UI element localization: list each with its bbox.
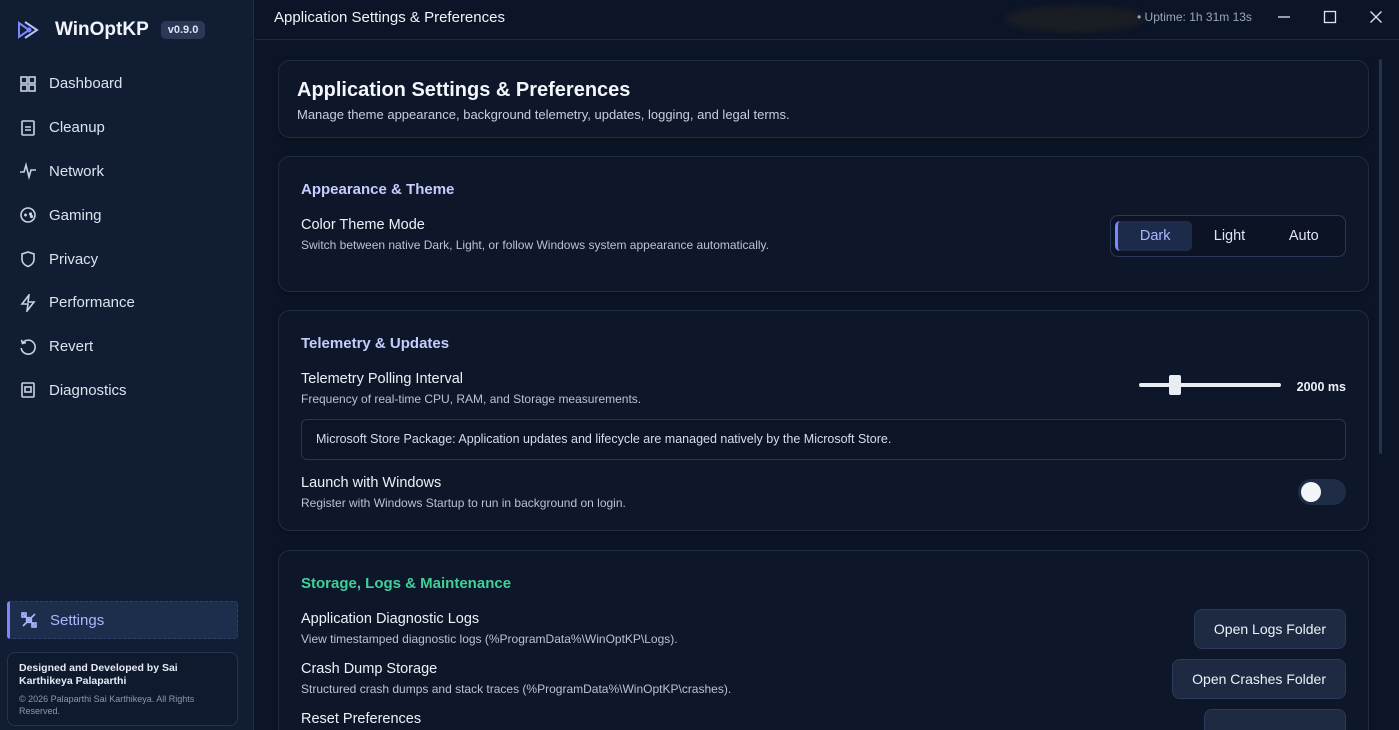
version-badge: v0.9.0 <box>160 21 206 39</box>
section-title: Telemetry & Updates <box>301 335 450 352</box>
shield-icon <box>19 250 37 268</box>
theme-option-dark[interactable]: Dark <box>1115 221 1193 251</box>
theme-title: Color Theme Mode <box>301 217 425 233</box>
minimize-button[interactable] <box>1269 5 1299 29</box>
theme-selector: Dark Light Auto <box>1110 215 1346 257</box>
launch-description: Register with Windows Startup to run in … <box>301 496 626 510</box>
bolt-icon <box>19 293 37 312</box>
app-logo-icon <box>18 21 39 39</box>
polling-title: Telemetry Polling Interval <box>301 371 463 387</box>
sidebar-item-cleanup[interactable]: Cleanup <box>0 106 254 150</box>
settings-icon <box>21 612 37 628</box>
gaming-icon <box>19 206 37 224</box>
sidebar-item-diagnostics[interactable]: Diagnostics <box>0 369 254 413</box>
sidebar-item-label: Gaming <box>49 206 102 224</box>
open-logs-folder-button[interactable]: Open Logs Folder <box>1193 609 1346 649</box>
sidebar-item-gaming[interactable]: Gaming <box>0 193 254 237</box>
maximize-icon <box>1323 10 1337 24</box>
sidebar-item-label: Performance <box>49 294 135 312</box>
section-title: Appearance & Theme <box>301 181 455 198</box>
crash-description: Structured crash dumps and stack traces … <box>301 682 732 696</box>
section-title: Storage, Logs & Maintenance <box>301 575 512 592</box>
close-icon <box>1370 11 1382 23</box>
page-subtitle: Manage theme appearance, background tele… <box>297 107 790 122</box>
theme-option-auto[interactable]: Auto <box>1267 221 1341 251</box>
sidebar-item-privacy[interactable]: Privacy <box>0 237 254 281</box>
header-card: Application Settings & Preferences Manag… <box>278 60 1369 138</box>
theme-option-light[interactable]: Light <box>1192 221 1266 251</box>
sidebar-nav: Dashboard Cleanup Network Gaming Privacy <box>0 62 254 412</box>
sidebar-item-label: Revert <box>49 338 94 356</box>
sidebar-item-revert[interactable]: Revert <box>0 325 254 369</box>
credit-title: Designed and Developed by Sai Karthikeya… <box>19 662 178 687</box>
main-content: Application Settings & Preferences Manag… <box>255 41 1399 730</box>
maximize-button[interactable] <box>1315 5 1345 29</box>
page-title: Application Settings & Preferences <box>297 79 631 101</box>
cleanup-icon <box>19 119 37 137</box>
copyright-text: © 2026 Palaparthi Sai Karthikeya. All Ri… <box>19 694 195 716</box>
window-title: Application Settings & Preferences <box>274 9 505 26</box>
sidebar-item-network[interactable]: Network <box>0 150 254 194</box>
app-name: WinOptKP <box>55 19 149 40</box>
open-crashes-folder-button[interactable]: Open Crashes Folder <box>1172 659 1346 699</box>
polling-slider[interactable] <box>1139 375 1281 395</box>
reset-preferences-button[interactable] <box>1204 709 1346 730</box>
minimize-icon <box>1278 16 1290 18</box>
storage-card: Storage, Logs & Maintenance Application … <box>278 550 1369 730</box>
sidebar-item-label: Network <box>49 162 105 180</box>
theme-description: Switch between native Dark, Light, or fo… <box>301 238 769 252</box>
revert-icon <box>19 338 37 356</box>
store-info-note: Microsoft Store Package: Application upd… <box>301 419 1346 460</box>
launch-title: Launch with Windows <box>301 475 442 491</box>
uptime-status: • Uptime: 1h 31m 13s <box>1137 10 1252 24</box>
slider-thumb[interactable] <box>1168 375 1181 395</box>
logs-title: Application Diagnostic Logs <box>301 611 480 627</box>
sidebar-item-label: Settings <box>50 611 105 629</box>
logs-description: View timestamped diagnostic logs (%Progr… <box>301 632 678 646</box>
sidebar: WinOptKP v0.9.0 Dashboard Cleanup Networ… <box>0 0 254 730</box>
telemetry-card: Telemetry & Updates Telemetry Polling In… <box>278 310 1369 531</box>
polling-value: 2000 ms <box>1296 380 1346 394</box>
diagnostics-icon <box>19 381 37 399</box>
polling-description: Frequency of real-time CPU, RAM, and Sto… <box>301 392 642 406</box>
network-icon <box>19 162 37 181</box>
scrollbar[interactable] <box>1379 59 1382 454</box>
credit-box: Designed and Developed by Sai Karthikeya… <box>7 652 238 726</box>
launch-toggle[interactable] <box>1298 479 1346 505</box>
redacted-area <box>1005 6 1145 32</box>
toggle-knob <box>1301 482 1321 502</box>
sidebar-item-label: Privacy <box>49 250 99 268</box>
appearance-card: Appearance & Theme Color Theme Mode Swit… <box>278 156 1369 292</box>
crash-title: Crash Dump Storage <box>301 661 438 677</box>
close-button[interactable] <box>1361 5 1391 29</box>
sidebar-item-settings[interactable]: Settings <box>7 601 238 639</box>
sidebar-item-performance[interactable]: Performance <box>0 281 254 325</box>
slider-track <box>1139 383 1281 387</box>
reset-title: Reset Preferences <box>301 711 422 727</box>
sidebar-item-label: Cleanup <box>49 119 105 137</box>
sidebar-item-label: Diagnostics <box>49 381 127 399</box>
sidebar-item-label: Dashboard <box>49 75 123 93</box>
brand: WinOptKP v0.9.0 <box>16 16 206 44</box>
dashboard-icon <box>19 75 37 93</box>
titlebar: Application Settings & Preferences • Upt… <box>255 0 1399 40</box>
sidebar-item-dashboard[interactable]: Dashboard <box>0 62 254 106</box>
